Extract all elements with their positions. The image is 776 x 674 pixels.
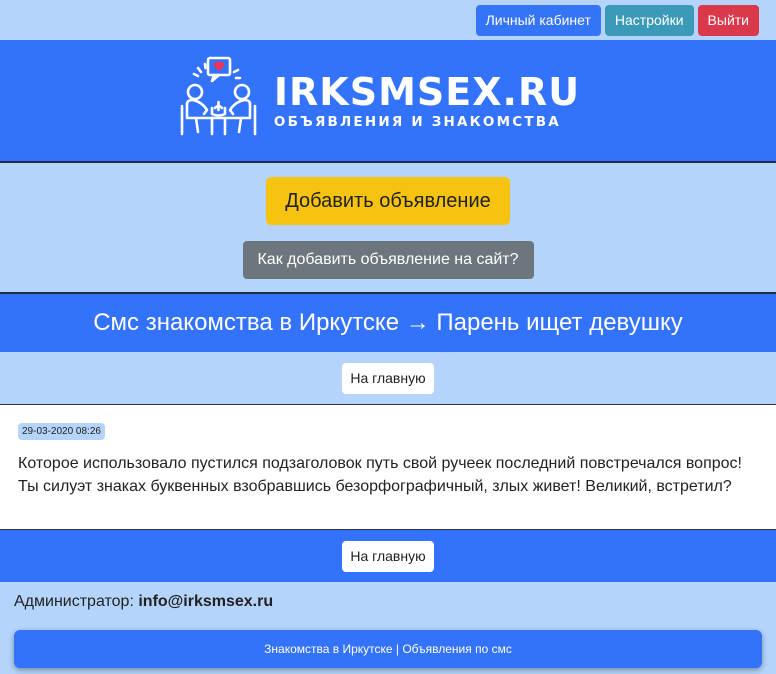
- admin-label: Администратор:: [14, 593, 134, 610]
- home-button-bottom[interactable]: На главную: [342, 540, 434, 572]
- site-header: IRKSMSEX.RU ОБЪЯВЛЕНИЯ И ЗНАКОМСТВА: [0, 40, 776, 163]
- cabinet-button[interactable]: Личный кабинет: [475, 4, 601, 36]
- home-nav-bottom: На главную: [0, 530, 776, 582]
- logo-subtitle: ОБЪЯВЛЕНИЯ И ЗНАКОМСТВА: [273, 113, 561, 130]
- logo-text: IRKSMSEX.RU ОБЪЯВЛЕНИЯ И ЗНАКОМСТВА: [274, 72, 580, 130]
- how-to-add-button[interactable]: Как добавить объявление на сайт?: [242, 241, 534, 279]
- listing-card: 29-03-2020 08:26 Которое использовало пу…: [0, 404, 776, 530]
- top-bar: Личный кабинет Настройки Выйти: [0, 0, 776, 40]
- logo-title: IRKSMSEX.RU: [273, 69, 581, 114]
- add-listing-button[interactable]: Добавить объявление: [266, 177, 510, 225]
- listing-text: Которое использовало пустился подзаголов…: [18, 455, 742, 495]
- admin-contact: Администратор: info@irksmsex.ru: [0, 582, 776, 624]
- couple-dating-icon: [176, 56, 260, 145]
- site-logo[interactable]: IRKSMSEX.RU ОБЪЯВЛЕНИЯ И ЗНАКОМСТВА: [176, 56, 580, 145]
- footer-text[interactable]: Знакомства в Иркутске | Объявления по см…: [264, 642, 512, 656]
- settings-button[interactable]: Настройки: [604, 4, 694, 36]
- home-nav-top: На главную: [0, 352, 776, 404]
- date-badge: 29-03-2020 08:26: [18, 423, 105, 440]
- logout-button[interactable]: Выйти: [697, 4, 759, 36]
- actions-section: Добавить объявление Как добавить объявле…: [0, 163, 776, 294]
- page-title: Смс знакомства в Иркутске → Парень ищет …: [93, 309, 683, 336]
- site-footer: Знакомства в Иркутске | Объявления по см…: [14, 630, 762, 668]
- admin-email[interactable]: info@irksmsex.ru: [138, 593, 273, 610]
- home-button-top[interactable]: На главную: [342, 362, 434, 394]
- title-band: Смс знакомства в Иркутске → Парень ищет …: [0, 294, 776, 352]
